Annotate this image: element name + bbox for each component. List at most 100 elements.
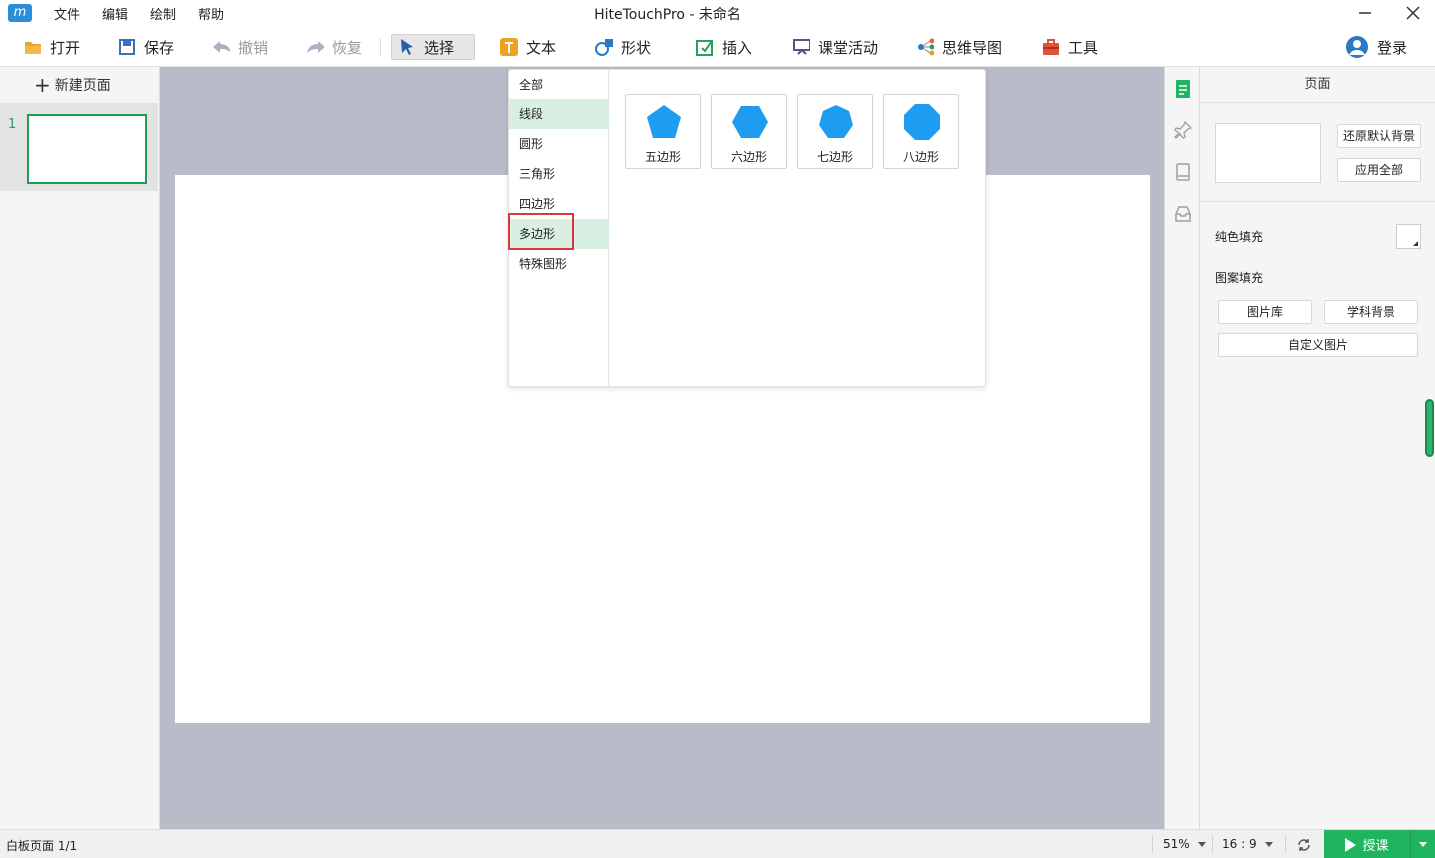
chevron-down-icon [1264,842,1273,847]
redo-label: 恢复 [332,38,363,57]
apply-all-button[interactable]: 应用全部 [1337,158,1421,182]
redo-button[interactable]: 恢复 [300,34,368,60]
mind-map-label: 思维导图 [942,38,1003,57]
save-label: 保存 [144,38,175,57]
plus-icon: + [34,73,51,97]
close-button[interactable] [1390,0,1435,26]
book-icon[interactable] [1173,162,1193,182]
tools-button[interactable]: 工具 [1036,34,1104,60]
pentagon-icon [647,105,681,138]
toolbox-icon [1042,38,1060,56]
sync-icon[interactable] [1296,837,1312,853]
reset-background-button[interactable]: 还原默认背景 [1337,124,1421,148]
selection-highlight-box [508,213,574,250]
ratio-value: 16 : 9 [1222,837,1257,851]
octagon-icon [904,104,940,140]
shape-category-list: 全部 线段 圆形 三角形 四边形 多边形 特殊图形 [508,70,609,386]
inbox-icon[interactable] [1173,204,1193,224]
class-activity-label: 课堂活动 [818,38,879,57]
new-page-button[interactable]: + 新建页面 [34,75,111,95]
redo-icon [306,38,324,56]
open-label: 打开 [50,38,81,57]
menu-draw[interactable]: 绘制 [150,4,176,23]
class-activity-button[interactable]: 课堂活动 [786,34,884,60]
category-special[interactable]: 特殊图形 [509,249,609,279]
text-icon [500,38,518,56]
heptagon-icon [819,105,853,138]
chevron-down-icon [1419,842,1427,847]
category-circle[interactable]: 圆形 [509,129,609,159]
save-icon [118,38,136,56]
shape-heptagon[interactable]: 七边形 [797,94,873,169]
page-icon[interactable] [1173,79,1193,99]
background-preview [1215,123,1321,183]
page-properties-panel: 页面 还原默认背景 应用全部 纯色填充 图案填充 图片库 学科背景 自定义图片 [1200,67,1435,829]
zoom-select[interactable]: 51% [1163,837,1206,851]
category-triangle[interactable]: 三角形 [509,159,609,189]
shape-octagon[interactable]: 八边形 [883,94,959,169]
subject-background-button[interactable]: 学科背景 [1324,300,1418,324]
status-separator [1285,836,1286,853]
panel-title: 页面 [1200,67,1435,103]
aspect-ratio-select[interactable]: 16 : 9 [1222,837,1273,851]
new-page-label: 新建页面 [54,78,111,94]
divider [1200,201,1435,202]
text-button[interactable]: 文本 [494,34,562,60]
select-button[interactable]: 选择 [391,34,475,60]
menu-bar: 文件 编辑 绘制 帮助 [54,4,246,23]
category-all[interactable]: 全部 [509,70,609,100]
teach-options-button[interactable] [1410,830,1435,858]
class-activity-icon [792,38,810,56]
side-icon-rail [1164,67,1200,829]
zoom-value: 51% [1163,837,1190,851]
teach-label: 授课 [1362,839,1389,854]
login-label: 登录 [1377,38,1408,57]
toolbar: 打开 保存 撤销 恢复 选择 文本 形状 插入 课堂活动 思维导图 工具 登录 [0,26,1435,67]
insert-button[interactable]: 插入 [690,34,758,60]
menu-file[interactable]: 文件 [54,4,80,23]
image-library-button[interactable]: 图片库 [1218,300,1312,324]
undo-label: 撤销 [238,38,269,57]
page-thumbnail-row[interactable]: 1 [0,103,158,191]
status-separator [1152,836,1153,853]
pin-icon[interactable] [1173,120,1193,140]
insert-label: 插入 [722,38,753,57]
cursor-icon [398,38,416,56]
teach-button[interactable]: 授课 [1324,830,1410,858]
shape-pentagon[interactable]: 五边形 [625,94,701,169]
select-label: 选择 [424,38,455,57]
login-button[interactable]: 登录 [1339,34,1413,60]
insert-icon [696,38,714,56]
mind-map-button[interactable]: 思维导图 [910,34,1008,60]
minimize-button[interactable] [1342,0,1388,26]
menu-edit[interactable]: 编辑 [102,4,128,23]
page-thumbnail[interactable] [27,114,147,184]
shape-hexagon[interactable]: 六边形 [711,94,787,169]
category-line[interactable]: 线段 [509,99,609,129]
page-status: 白板页面 1/1 [6,839,78,853]
shape-icon [595,38,613,56]
shape-button[interactable]: 形状 [589,34,657,60]
play-icon [1345,837,1357,852]
toolbar-separator [380,38,381,56]
mind-map-icon [916,38,934,56]
user-icon [1345,35,1369,59]
shape-label: 五边形 [644,150,681,164]
save-button[interactable]: 保存 [112,34,180,60]
solid-fill-color-picker[interactable] [1396,224,1421,249]
page-list-panel: + 新建页面 1 [0,67,160,829]
undo-button[interactable]: 撤销 [206,34,274,60]
minimize-icon [1359,12,1371,14]
panel-scrollbar[interactable] [1425,399,1434,457]
shape-dropdown: 全部 线段 圆形 三角形 四边形 多边形 特殊图形 五边形 六边形 七边形 八边… [508,69,986,387]
custom-image-button[interactable]: 自定义图片 [1218,333,1418,357]
status-bar: 白板页面 1/1 51% 16 : 9 授课 [0,829,1435,858]
solid-fill-label: 纯色填充 [1215,230,1264,244]
menu-help[interactable]: 帮助 [198,4,224,23]
open-button[interactable]: 打开 [18,34,86,60]
title-bar: m 文件 编辑 绘制 帮助 HiteTouchPro - 未命名 [0,0,1435,26]
app-logo-icon: m [8,4,32,22]
folder-icon [24,38,42,56]
close-icon [1406,6,1420,20]
chevron-down-icon [1197,842,1206,847]
